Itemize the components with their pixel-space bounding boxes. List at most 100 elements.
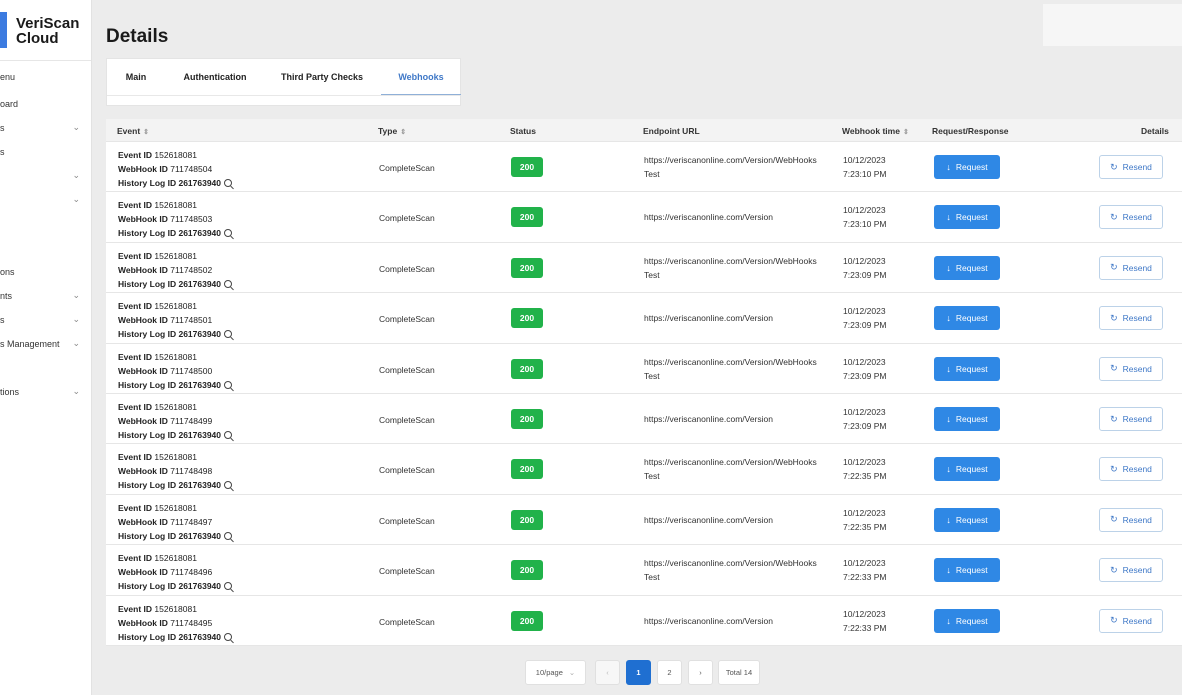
sidebar-item[interactable]: ons	[0, 264, 91, 282]
request-button[interactable]: ↓ Request	[934, 255, 1000, 280]
page-2-button[interactable]: 2	[657, 660, 682, 685]
endpoint-url-cell: https://veriscanonline.com/Version/WebHo…	[644, 355, 834, 383]
search-icon[interactable]	[224, 380, 233, 389]
sidebar-item-label: oard	[0, 99, 19, 109]
search-icon[interactable]	[224, 481, 233, 490]
sidebar-item[interactable]: nts ⌄	[0, 288, 91, 306]
search-icon[interactable]	[224, 531, 233, 540]
sidebar-item[interactable]: oard	[0, 96, 91, 114]
resend-button[interactable]: ↻ Resend	[1099, 608, 1163, 633]
event-cell: Event ID 152618081 WebHook ID 711748497 Hi…	[118, 501, 233, 543]
request-button[interactable]: ↓ Request	[934, 558, 1000, 583]
event-cell: Event ID 152618081 WebHook ID 711748499 Hi…	[118, 400, 233, 442]
search-icon[interactable]	[224, 431, 233, 439]
resend-label: Resend	[1122, 414, 1152, 424]
endpoint-url: https://veriscanonline.com/Version/WebHo…	[644, 356, 817, 367]
resend-button[interactable]: ↻ Resend	[1099, 155, 1163, 179]
sort-icon[interactable]: ⇕	[400, 129, 406, 136]
col-event[interactable]: Event ⇕	[117, 126, 149, 136]
brand-logo[interactable]: VeriScan Cloud	[0, 12, 91, 52]
sidebar-item[interactable]: s Management ⌄	[0, 336, 91, 354]
page-1-button[interactable]: 1	[626, 660, 651, 685]
sidebar-item[interactable]: ⌄	[0, 192, 91, 210]
tab-bar: Main Authentication Third Party Checks Webh…	[106, 58, 461, 106]
search-icon[interactable]	[224, 582, 233, 591]
resend-button[interactable]: ↻ Resend	[1099, 507, 1163, 532]
event-id: 152618081	[154, 150, 197, 160]
request-button[interactable]: ↓ Request	[934, 356, 1000, 381]
event-cell: Event ID 152618081 WebHook ID 711748496 Hi…	[118, 551, 233, 593]
search-icon[interactable]	[224, 632, 233, 641]
col-webhook-time[interactable]: Webhook time ⇕	[842, 126, 909, 136]
request-label: Request	[955, 615, 988, 626]
history-log-id: 261763940	[178, 379, 222, 390]
event-id-label: Event ID	[118, 351, 153, 362]
search-icon[interactable]	[224, 179, 233, 187]
webhook-id: 711748497	[170, 516, 213, 527]
resend-button[interactable]: ↻ Resend	[1099, 558, 1163, 583]
request-button[interactable]: ↓ Request	[934, 155, 1000, 179]
search-icon[interactable]	[224, 229, 233, 238]
sidebar-item[interactable]: ⌄	[0, 168, 91, 186]
request-button[interactable]: ↓ Request	[934, 507, 1000, 532]
resend-button[interactable]: ↻ Resend	[1099, 356, 1163, 381]
col-type[interactable]: Type ⇕	[378, 126, 406, 136]
search-icon[interactable]	[224, 330, 233, 339]
tab-webhooks[interactable]: Webhooks	[381, 59, 461, 95]
type-cell: CompleteScan	[379, 163, 435, 173]
endpoint-url: https://veriscanonline.com/Version	[644, 212, 773, 223]
status-badge: 200	[511, 358, 543, 379]
refresh-icon: ↻	[1110, 161, 1118, 172]
endpoint-url-cell: https://veriscanonline.com/Version	[644, 513, 834, 527]
tab-third-party-checks[interactable]: Third Party Checks	[265, 59, 379, 95]
webhook-id-label: WebHook ID	[118, 466, 168, 477]
request-button[interactable]: ↓ Request	[934, 306, 1000, 331]
event-cell: Event ID 152618081 WebHook ID 711748498 Hi…	[118, 450, 233, 492]
webhook-id: 711748498	[170, 466, 213, 477]
sidebar-item[interactable]: s ⌄	[0, 120, 91, 138]
request-button[interactable]: ↓ Request	[934, 205, 1000, 230]
event-id: 152618081	[154, 200, 197, 211]
table-row: Event ID 152618081 WebHook ID 711748502 Hi…	[106, 243, 1182, 294]
sidebar-item-label: ons	[0, 267, 15, 277]
tab-authentication[interactable]: Authentication	[165, 59, 265, 95]
sort-icon[interactable]: ⇕	[903, 129, 909, 136]
resend-button[interactable]: ↻ Resend	[1099, 255, 1163, 280]
webhook-date: 10/12/2023	[843, 457, 886, 468]
resend-label: Resend	[1122, 313, 1152, 324]
history-log-id-label: History Log ID	[118, 430, 177, 440]
next-page-button[interactable]: ›	[688, 660, 713, 685]
page-size-select[interactable]: 10/page ⌄	[525, 660, 586, 685]
sort-icon[interactable]: ⇕	[143, 129, 149, 136]
sidebar-item[interactable]: tions ⌄	[0, 384, 91, 402]
status-badge: 200	[511, 308, 543, 329]
col-request-response: Request/Response	[932, 126, 1009, 136]
search-icon[interactable]	[224, 279, 233, 288]
resend-button[interactable]: ↻ Resend	[1099, 205, 1163, 230]
brand-name-line2: Cloud	[16, 30, 59, 47]
sidebar-item[interactable]: s ⌄	[0, 312, 91, 330]
request-button[interactable]: ↓ Request	[934, 608, 1000, 633]
request-label: Request	[955, 514, 988, 525]
webhook-id: 711748495	[170, 617, 213, 628]
prev-page-button[interactable]: ‹	[595, 660, 620, 685]
event-id: 152618081	[154, 250, 197, 261]
status-badge: 200	[511, 409, 543, 429]
request-label: Request	[955, 162, 988, 172]
resend-button[interactable]: ↻ Resend	[1099, 306, 1163, 331]
tab-main[interactable]: Main	[107, 59, 165, 95]
sidebar-divider	[0, 60, 91, 61]
resend-button[interactable]: ↻ Resend	[1099, 407, 1163, 431]
request-button[interactable]: ↓ Request	[934, 457, 1000, 482]
event-cell: Event ID 152618081 WebHook ID 711748495 Hi…	[118, 602, 233, 644]
sidebar-item[interactable]: enu	[0, 69, 91, 87]
history-log-id: 261763940	[178, 581, 222, 592]
resend-button[interactable]: ↻ Resend	[1099, 457, 1163, 482]
status-badge: 200	[511, 257, 543, 278]
endpoint-url-cont: Test	[644, 471, 660, 482]
table-row: Event ID 152618081 WebHook ID 711748503 Hi…	[106, 192, 1182, 243]
webhook-id: 711748500	[170, 365, 213, 376]
sidebar-item[interactable]: s	[0, 144, 91, 162]
webhook-date: 10/12/2023	[843, 407, 886, 417]
request-button[interactable]: ↓ Request	[934, 407, 1000, 431]
